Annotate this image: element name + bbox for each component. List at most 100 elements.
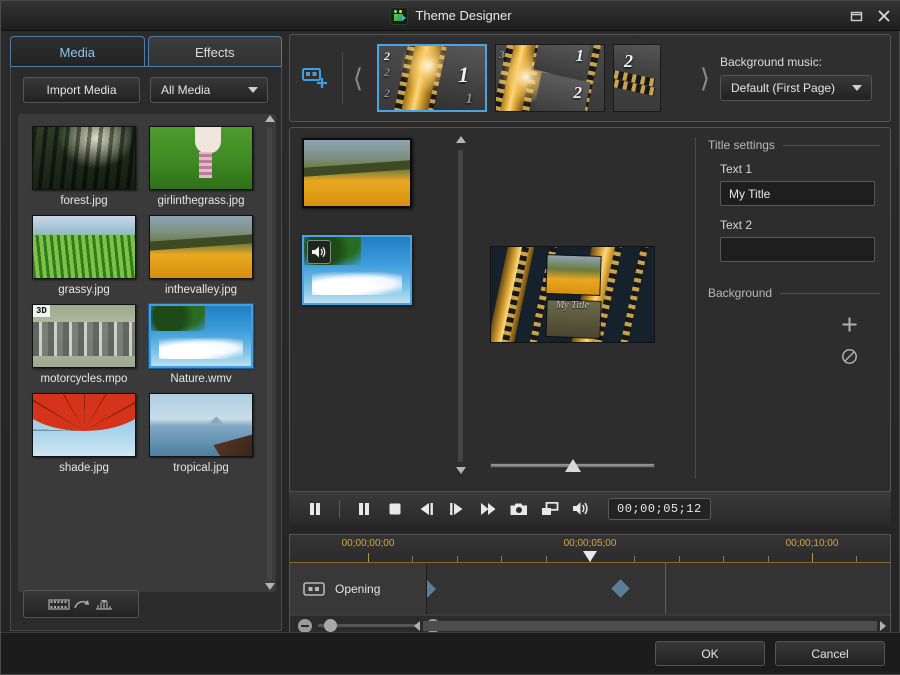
media-thumbnail[interactable] <box>32 215 136 279</box>
scroll-up-arrow-icon[interactable] <box>264 115 275 124</box>
scrollbar-track[interactable] <box>458 150 463 462</box>
media-item-grassy[interactable]: grassy.jpg <box>32 215 136 296</box>
fit-window-button[interactable] <box>540 499 560 519</box>
strip-prev-button[interactable]: ⟨ <box>343 63 373 94</box>
theme-thumbnail-2[interactable]: 3 1 2 <box>495 44 605 112</box>
track-header[interactable]: Opening <box>290 563 427 614</box>
ok-button[interactable]: OK <box>655 641 765 666</box>
media-thumbnail[interactable] <box>32 393 136 457</box>
timeline-track-row: Opening <box>290 563 890 615</box>
close-window-button[interactable] <box>877 9 891 23</box>
media-thumbnail-selected[interactable] <box>149 304 253 368</box>
ruler-label: 00;00;05;00 <box>564 538 617 549</box>
media-item-label: inthevalley.jpg <box>149 284 253 296</box>
pause-2-button[interactable] <box>354 499 374 519</box>
import-media-label: Import Media <box>46 83 116 97</box>
storyboard-slide-2[interactable] <box>302 235 412 305</box>
playhead-line <box>665 563 666 614</box>
scroll-down-arrow-icon[interactable] <box>264 583 275 592</box>
tab-media-label: Media <box>60 45 95 60</box>
slider-handle[interactable] <box>565 459 581 472</box>
media-thumbnail[interactable] <box>149 393 253 457</box>
add-theme-button[interactable] <box>290 66 342 90</box>
theme-thumbnail-3[interactable]: 2 <box>613 44 661 112</box>
text1-input[interactable]: My Title <box>720 181 875 206</box>
media-library-panel: Media Effects Import Media All Media <box>10 36 282 631</box>
media-filter-dropdown[interactable]: All Media <box>150 77 268 103</box>
theme-preview[interactable]: My Title <box>490 246 655 343</box>
timecode-display[interactable]: 00;00;05;12 <box>608 498 711 520</box>
volume-button[interactable] <box>571 499 591 519</box>
tab-effects-label: Effects <box>195 45 235 60</box>
background-label: Background <box>708 286 772 300</box>
ruler-label: 00;00;10;00 <box>786 538 839 549</box>
theme-designer-window: Theme Designer Media Effects Import Medi… <box>0 0 900 675</box>
fast-forward-button[interactable] <box>478 499 498 519</box>
track-label: Opening <box>335 582 380 596</box>
media-item-label: tropical.jpg <box>149 462 253 474</box>
zoom-out-icon[interactable] <box>298 619 312 633</box>
media-item-forest[interactable]: forest.jpg <box>32 126 136 207</box>
track-clip-icon <box>303 581 325 597</box>
media-item-girlinthegrass[interactable]: girlinthegrass.jpg <box>149 126 253 207</box>
scroll-up-arrow-icon[interactable] <box>455 136 466 145</box>
scrollbar-track[interactable] <box>423 621 877 631</box>
background-music-label: Background music: <box>720 55 876 69</box>
media-thumbnail[interactable] <box>32 126 136 190</box>
preview-position-slider[interactable] <box>490 458 655 472</box>
background-actions <box>708 316 880 368</box>
media-item-nature[interactable]: Nature.wmv <box>149 304 253 385</box>
media-grid: forest.jpg girlinthegrass.jpg grassy.jpg <box>18 114 276 474</box>
media-grid-scroll-area[interactable]: forest.jpg girlinthegrass.jpg grassy.jpg <box>18 114 276 592</box>
cancel-button[interactable]: Cancel <box>775 641 885 666</box>
keyframe-marker[interactable] <box>612 579 630 597</box>
storyboard-scrollbar[interactable] <box>455 136 467 476</box>
media-toolbar: Import Media All Media <box>11 67 281 111</box>
scroll-left-arrow-icon[interactable] <box>414 621 420 631</box>
next-frame-button[interactable] <box>447 499 467 519</box>
media-item-shade[interactable]: shade.jpg <box>32 393 136 474</box>
text2-input[interactable] <box>720 237 875 262</box>
timeline-zoom-slider[interactable] <box>318 624 420 627</box>
media-item-label: Nature.wmv <box>149 373 253 385</box>
zoom-slider-handle[interactable] <box>324 619 337 632</box>
media-item-label: grassy.jpg <box>32 284 136 296</box>
background-music-section: Background music: Default (First Page) <box>720 55 890 101</box>
theme-thumbnail-1[interactable]: 2 2 2 1 1 <box>377 44 487 112</box>
scrollbar-track[interactable] <box>267 127 272 580</box>
media-thumbnail[interactable]: 3D <box>32 304 136 368</box>
timeline-horizontal-scrollbar[interactable] <box>414 620 886 632</box>
previous-frame-button[interactable] <box>416 499 436 519</box>
media-item-label: motorcycles.mpo <box>32 373 136 385</box>
scroll-right-arrow-icon[interactable] <box>880 621 886 631</box>
media-item-tropical[interactable]: tropical.jpg <box>149 393 253 474</box>
media-thumbnail[interactable] <box>149 126 253 190</box>
stop-button[interactable] <box>385 499 405 519</box>
audio-badge-icon <box>307 240 331 264</box>
three-d-badge: 3D <box>33 305 50 317</box>
pause-button[interactable] <box>305 499 325 519</box>
strip-next-button[interactable]: ⟩ <box>690 63 720 94</box>
playhead-handle[interactable] <box>583 551 597 562</box>
storyboard-slide-1[interactable] <box>302 138 412 208</box>
restore-window-button[interactable] <box>850 10 863 23</box>
background-music-dropdown[interactable]: Default (First Page) <box>720 75 872 101</box>
media-item-motorcycles[interactable]: 3D motorcycles.mpo <box>32 304 136 385</box>
tab-media[interactable]: Media <box>10 36 145 67</box>
media-vertical-scrollbar[interactable] <box>264 115 275 592</box>
media-bottom-tools-button[interactable] <box>23 590 139 618</box>
keyframe-start-marker[interactable] <box>427 580 436 598</box>
media-item-inthevalley[interactable]: inthevalley.jpg <box>149 215 253 296</box>
background-header: Background <box>708 286 880 300</box>
tab-effects[interactable]: Effects <box>148 36 283 67</box>
plus-icon[interactable] <box>841 316 858 336</box>
scroll-down-arrow-icon[interactable] <box>455 467 466 476</box>
no-background-icon[interactable] <box>841 348 858 368</box>
timeline-panel: 00;00;00;00 00;00;05;00 00;00;10;00 <box>289 534 891 636</box>
timeline-ruler[interactable]: 00;00;00;00 00;00;05;00 00;00;10;00 <box>290 535 890 563</box>
media-thumbnail[interactable] <box>149 215 253 279</box>
snapshot-button[interactable] <box>509 499 529 519</box>
import-media-button[interactable]: Import Media <box>23 77 140 103</box>
timeline-track-lane[interactable] <box>427 563 890 614</box>
player-control-bar: 00;00;05;12 <box>289 491 891 525</box>
